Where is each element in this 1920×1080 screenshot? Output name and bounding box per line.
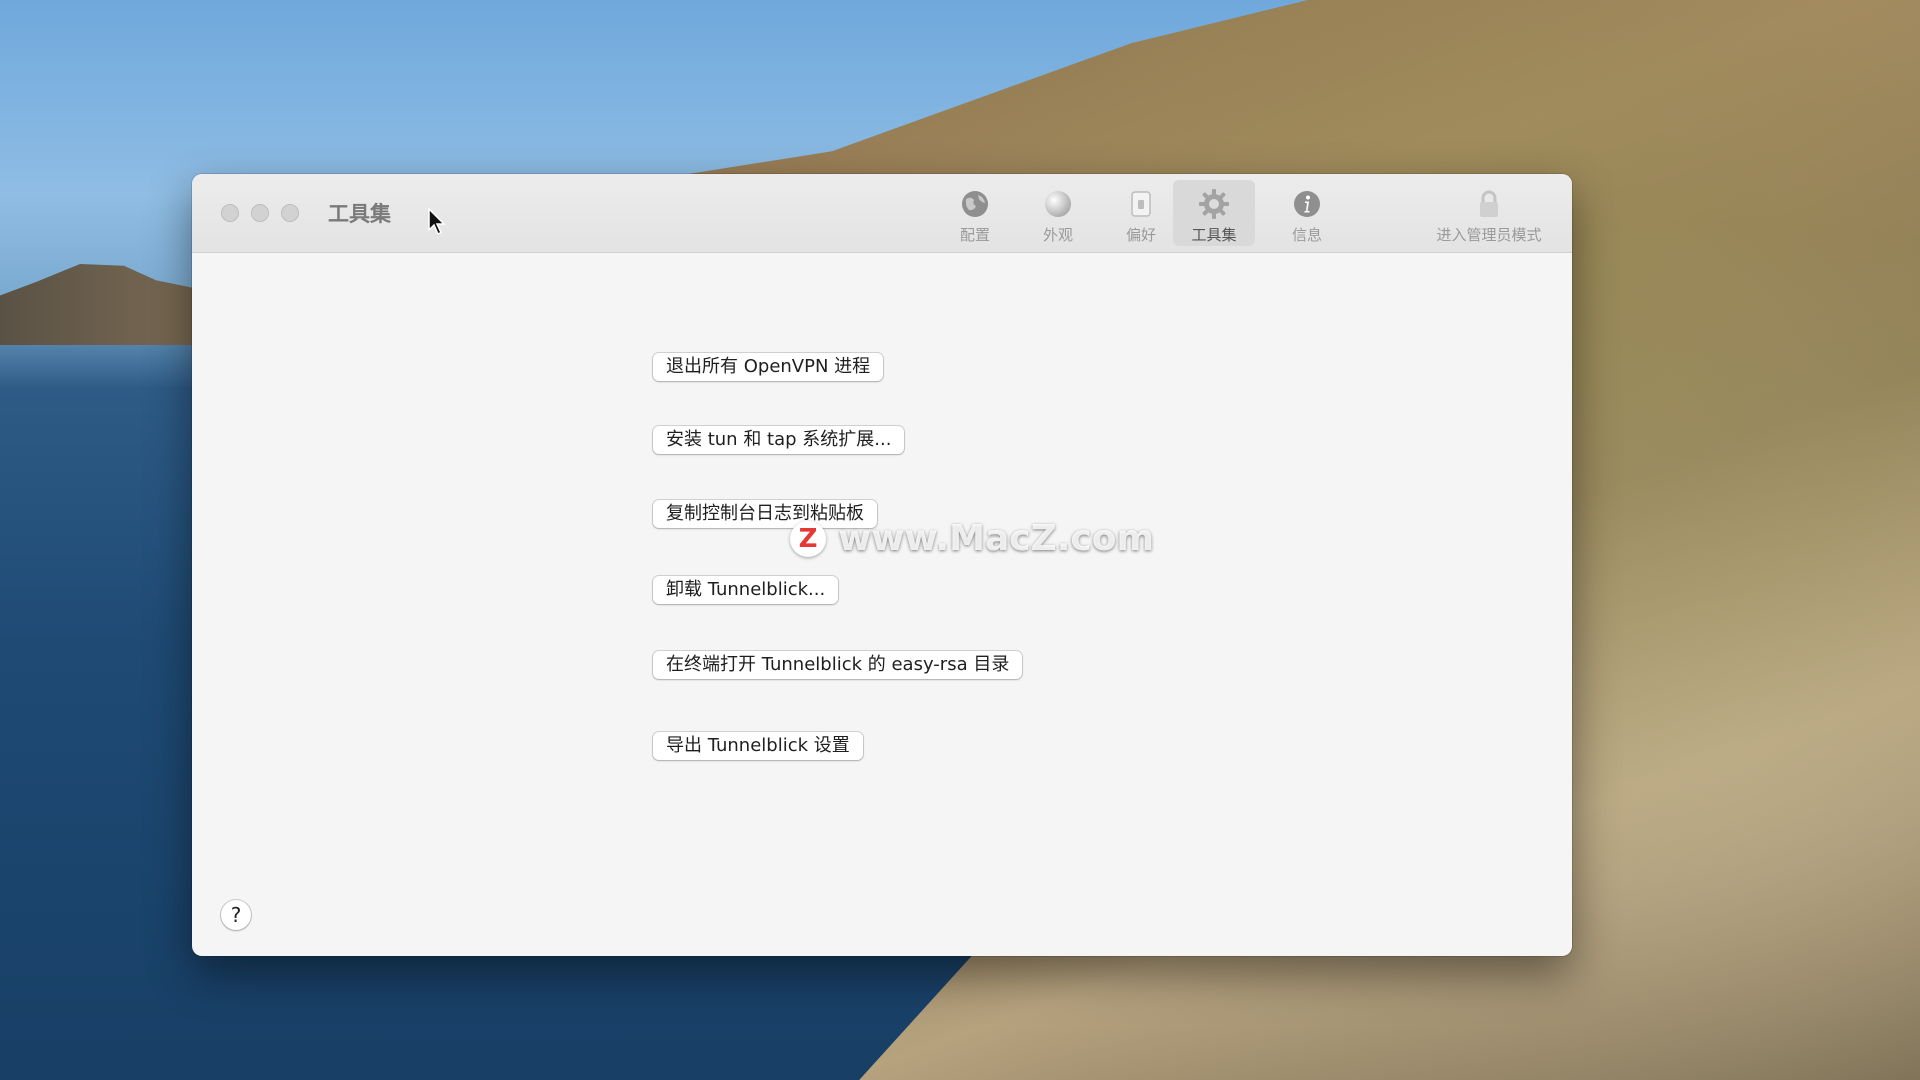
tab-info[interactable]: 信息 — [1276, 180, 1338, 246]
tab-label: 工具集 — [1191, 226, 1237, 244]
minimize-window-button[interactable] — [251, 204, 269, 222]
tab-appearance[interactable]: 外观 — [1027, 180, 1089, 246]
watermark-text: www.MacZ.com — [838, 518, 1154, 559]
tab-label: 偏好 — [1125, 226, 1156, 244]
tab-label: 信息 — [1291, 226, 1322, 244]
gear-icon — [1198, 188, 1230, 220]
enter-admin-mode-button[interactable]: 进入管理员模式 — [1424, 180, 1554, 246]
switch-icon — [1125, 188, 1157, 220]
watermark: Z www.MacZ.com — [790, 518, 1154, 559]
export-settings-button[interactable]: 导出 Tunnelblick 设置 — [653, 732, 863, 760]
tab-label: 配置 — [959, 226, 990, 244]
tab-preferences[interactable]: 偏好 — [1110, 180, 1172, 246]
lock-icon — [1473, 188, 1505, 220]
tab-utilities[interactable]: 工具集 — [1173, 180, 1255, 246]
title-bar[interactable]: 工具集 配置 外观 偏好 工具集 信息 进入管理员模式 — [192, 174, 1572, 253]
close-window-button[interactable] — [221, 204, 239, 222]
help-button[interactable]: ? — [221, 900, 251, 930]
tunnelblick-window: 工具集 配置 外观 偏好 工具集 信息 进入管理员模式 退出所有 OpenVPN… — [192, 174, 1572, 956]
tab-configurations[interactable]: 配置 — [944, 180, 1006, 246]
quit-all-openvpn-button[interactable]: 退出所有 OpenVPN 进程 — [653, 353, 884, 381]
uninstall-tunnelblick-button[interactable]: 卸载 Tunnelblick... — [653, 576, 839, 604]
mouse-cursor — [428, 207, 446, 240]
sphere-icon — [1042, 188, 1074, 220]
install-tun-tap-button[interactable]: 安装 tun 和 tap 系统扩展... — [653, 426, 905, 454]
info-icon — [1291, 188, 1323, 220]
watermark-logo: Z — [790, 520, 826, 557]
open-easy-rsa-button[interactable]: 在终端打开 Tunnelblick 的 easy-rsa 目录 — [653, 651, 1023, 679]
utilities-panel: 退出所有 OpenVPN 进程 安装 tun 和 tap 系统扩展... 复制控… — [192, 253, 1572, 956]
zoom-window-button[interactable] — [281, 204, 299, 222]
tab-label: 外观 — [1042, 226, 1073, 244]
wallpaper-island — [0, 264, 200, 345]
tab-label: 进入管理员模式 — [1436, 226, 1542, 244]
window-title: 工具集 — [328, 202, 391, 226]
globe-icon — [959, 188, 991, 220]
